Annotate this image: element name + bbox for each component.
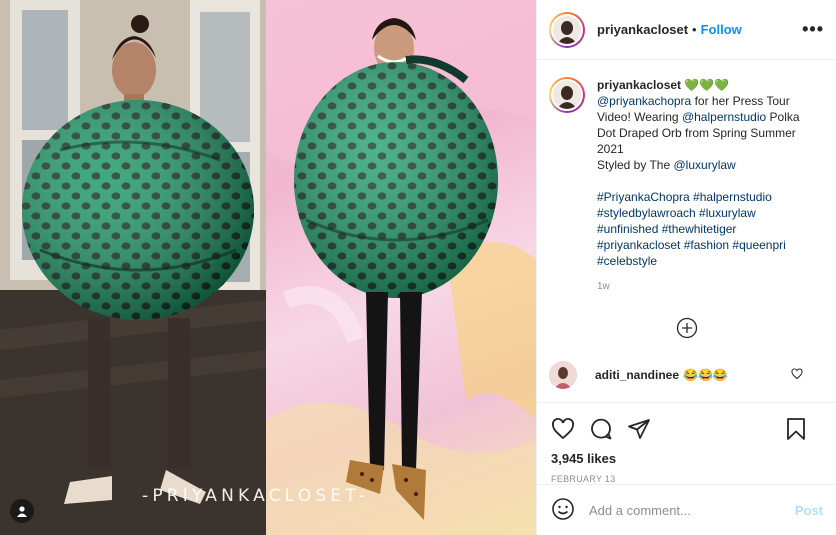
header-username[interactable]: priyankacloset (597, 22, 688, 37)
comments-area: priyankacloset 💚💚💚 @priyankachopra for h… (537, 61, 836, 401)
post-side-panel: priyankacloset • Follow ••• priyankaclos… (536, 0, 836, 535)
comment-icon[interactable] (589, 417, 613, 441)
heart-icon[interactable] (551, 417, 575, 441)
caption: priyankacloset 💚💚💚 @priyankachopra for h… (549, 77, 825, 295)
more-options-icon[interactable]: ••• (802, 19, 824, 40)
comment-input[interactable] (589, 502, 795, 518)
caption-time[interactable]: 1w (597, 279, 807, 295)
post-comment-button[interactable]: Post (795, 503, 823, 518)
post-header: priyankacloset • Follow ••• (537, 0, 836, 60)
mention-link[interactable]: @priyankachopra (597, 94, 691, 108)
hashtag-line[interactable]: #styledbylawroach #luxurylaw (597, 206, 756, 220)
bookmark-icon[interactable] (785, 417, 807, 441)
caption-text: priyankacloset 💚💚💚 @priyankachopra for h… (597, 77, 807, 295)
post-date: FEBRUARY 13 (551, 474, 616, 484)
likes-count[interactable]: 3,945 likes (551, 451, 821, 466)
comment-emoji: 😂😂😂 (683, 368, 728, 382)
mention-link[interactable]: @halpernstudio (682, 110, 766, 124)
user-icon (17, 506, 27, 517)
separator-dot: • (692, 22, 697, 37)
add-comment-bar: Post (537, 484, 836, 535)
action-icons (551, 411, 821, 447)
tagged-user-button[interactable] (10, 499, 34, 523)
like-comment-heart-icon[interactable] (791, 367, 803, 383)
left-photo-illustration (0, 0, 266, 535)
image-watermark: -PRIYANKACLOSET- (142, 486, 369, 506)
plus-circle-icon (676, 317, 698, 339)
post-actions: 3,945 likes FEBRUARY 13 (537, 402, 836, 484)
caption-username[interactable]: priyankacloset (597, 78, 681, 92)
photo-left (0, 0, 266, 535)
profile-picture (553, 81, 581, 109)
right-photo-illustration (266, 0, 536, 535)
comment-text: aditi_nandinee 😂😂😂 (595, 368, 728, 382)
green-hearts-emoji: 💚💚💚 (684, 78, 730, 92)
mention-link[interactable]: @luxurylaw (674, 158, 736, 172)
hashtag-line[interactable]: #priyankacloset #fashion #queenpri (597, 238, 786, 252)
commenter-username[interactable]: aditi_nandinee (595, 368, 679, 382)
avatar[interactable] (549, 11, 585, 48)
share-icon[interactable] (627, 417, 651, 441)
comment-row: aditi_nandinee 😂😂😂 (549, 361, 825, 389)
hashtag-line[interactable]: #unfinished #thewhitetiger (597, 222, 736, 236)
profile-picture (549, 361, 577, 389)
post-media[interactable]: -PRIYANKACLOSET- (0, 0, 536, 535)
hashtag-line[interactable]: #PriyankaChopra #halpernstudio (597, 190, 772, 204)
follow-button[interactable]: Follow (701, 22, 742, 37)
profile-picture (553, 15, 581, 44)
hashtag-line[interactable]: #celebstyle (597, 254, 657, 268)
commenter-avatar[interactable] (549, 361, 577, 389)
caption-avatar[interactable] (549, 77, 585, 113)
load-more-comments-button[interactable] (549, 317, 825, 339)
photo-right (266, 0, 536, 535)
caption-body: Styled by The (597, 158, 674, 172)
emoji-icon[interactable] (551, 497, 575, 524)
